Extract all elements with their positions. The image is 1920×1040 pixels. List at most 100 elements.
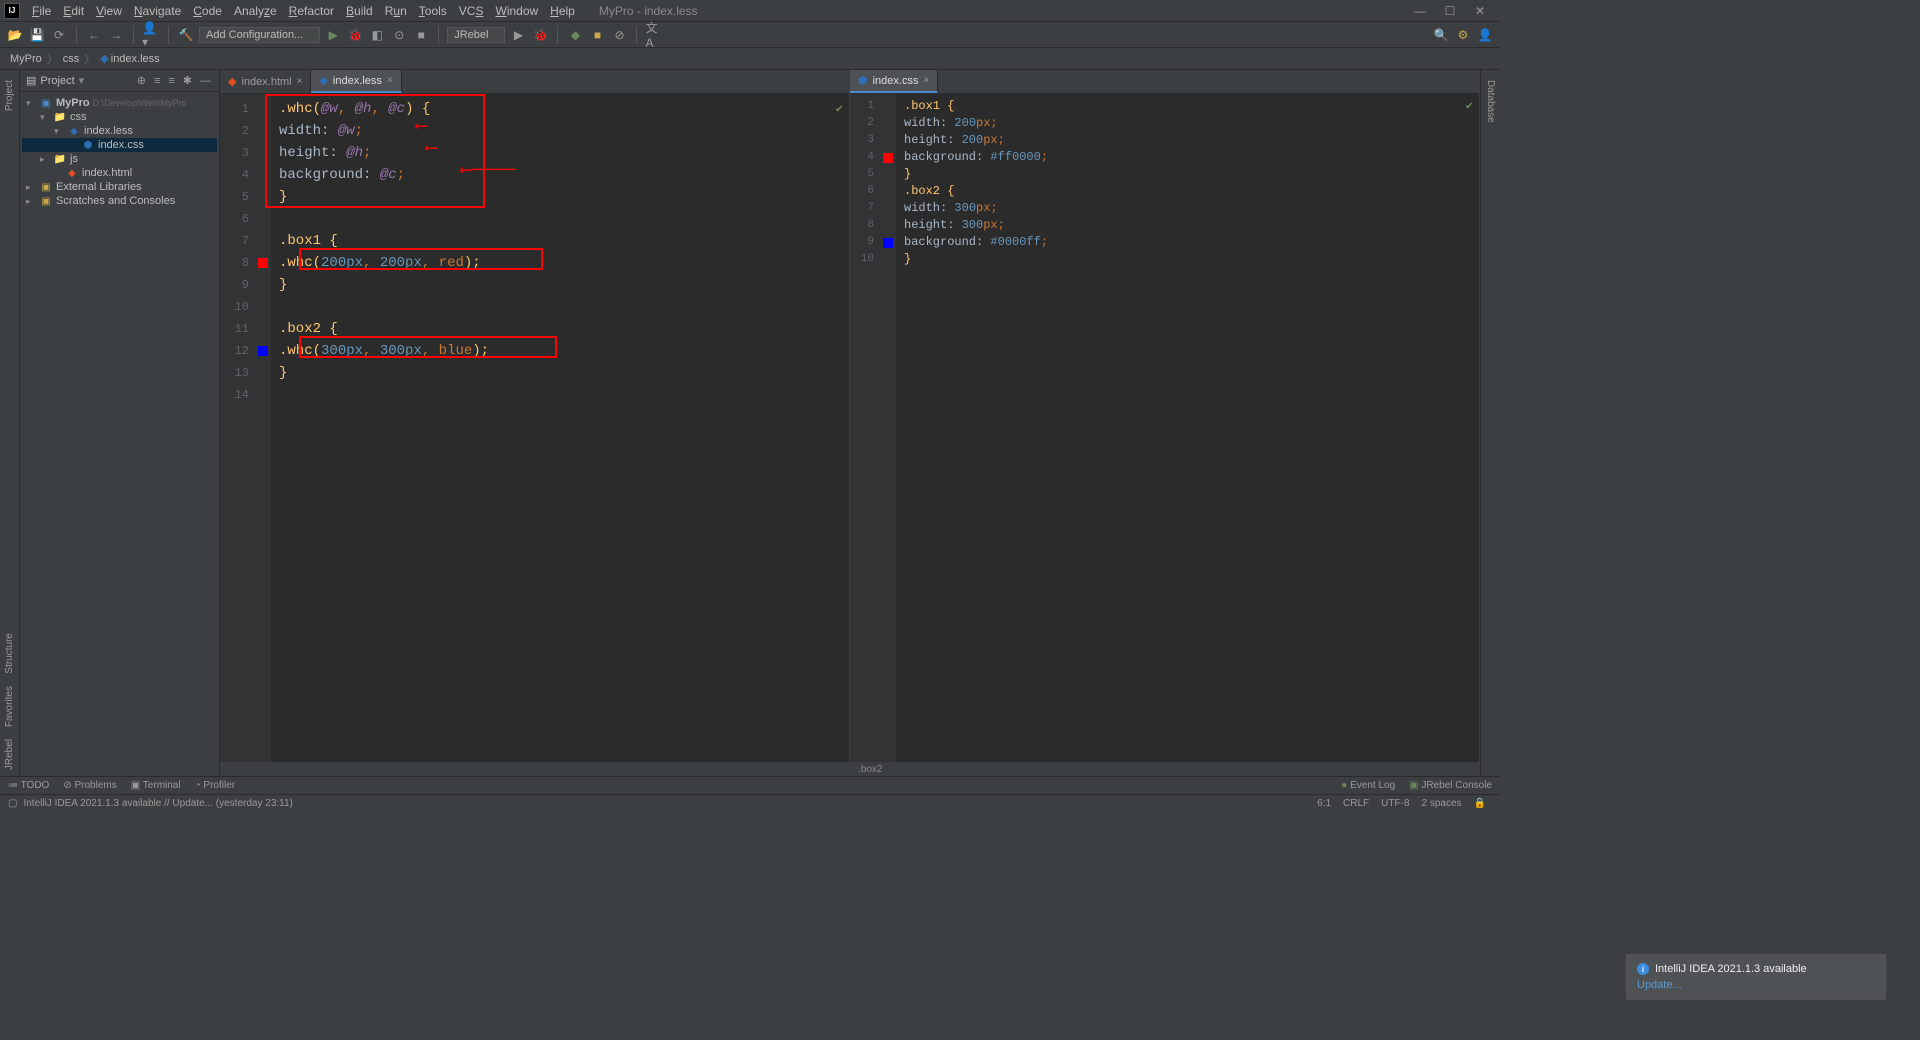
- close-icon[interactable]: ×: [297, 76, 303, 87]
- open-icon[interactable]: 📂: [6, 26, 24, 44]
- code-right[interactable]: ✔ .box1 { width: 200px; height: 200px; b…: [896, 94, 1479, 762]
- tool-tab-project[interactable]: Project: [2, 74, 17, 117]
- maximize-button[interactable]: ☐: [1440, 4, 1460, 18]
- locate-icon[interactable]: ⊕: [135, 74, 148, 87]
- build-icon[interactable]: 🔨: [177, 26, 195, 44]
- status-box-icon[interactable]: ▢: [8, 798, 17, 809]
- tree-less-file[interactable]: ▾◆index.less: [22, 124, 217, 138]
- hide-icon[interactable]: ―: [198, 75, 213, 87]
- misc-icon-2[interactable]: ■: [588, 26, 606, 44]
- refresh-icon[interactable]: ⟳: [50, 26, 68, 44]
- jrebel-run-icon[interactable]: ▶: [509, 26, 527, 44]
- update-notification[interactable]: iIntelliJ IDEA 2021.1.3 available Update…: [1626, 954, 1886, 1000]
- status-line-sep[interactable]: CRLF: [1337, 798, 1375, 809]
- run-config-combo[interactable]: Add Configuration...: [199, 27, 320, 43]
- jrebel-combo[interactable]: JRebel: [447, 27, 505, 43]
- user-icon[interactable]: 👤▾: [142, 26, 160, 44]
- menu-run[interactable]: Run: [379, 2, 413, 20]
- menu-tools[interactable]: Tools: [413, 2, 453, 20]
- tab-index-less[interactable]: ◆ index.less ×: [311, 70, 401, 93]
- collapse-icon[interactable]: ≡: [166, 75, 176, 87]
- menu-window[interactable]: Window: [489, 2, 544, 20]
- close-button[interactable]: ✕: [1470, 4, 1490, 18]
- project-panel: ▤ Project ▾ ⊕ ≡ ≡ ✱ ― ▾▣ MyPro D:\Develo…: [20, 70, 220, 776]
- avatar-icon[interactable]: 👤: [1476, 26, 1494, 44]
- bottom-tab-profiler[interactable]: ◔ Profiler: [195, 780, 236, 791]
- bottom-tab-todo[interactable]: ≔ TODO: [8, 780, 49, 791]
- tab-index-css[interactable]: ⬢ index.css ×: [850, 70, 938, 93]
- run-icon[interactable]: ▶: [324, 26, 342, 44]
- less-icon: ◆: [100, 52, 108, 65]
- tree-scratches[interactable]: ▸▣Scratches and Consoles: [22, 194, 217, 208]
- misc-icon-1[interactable]: ◆: [566, 26, 584, 44]
- expand-icon[interactable]: ≡: [152, 75, 162, 87]
- bottom-tab-jrebel-console[interactable]: ▣ JRebel Console: [1409, 780, 1492, 791]
- status-lock-icon[interactable]: 🔒: [1468, 798, 1492, 809]
- menu-refactor[interactable]: Refactor: [283, 2, 340, 20]
- status-cursor[interactable]: 6:1: [1311, 798, 1337, 809]
- minimize-button[interactable]: ―: [1410, 4, 1430, 18]
- window-title: MyPro - index.less: [581, 4, 1410, 18]
- menu-view[interactable]: View: [90, 2, 128, 20]
- menu-bar: IJ File Edit View Navigate Code Analyze …: [0, 0, 1500, 22]
- color-swatch-red: [258, 258, 268, 268]
- update-link[interactable]: Update...: [1637, 979, 1875, 991]
- tree-css-file[interactable]: ⬢index.css: [22, 138, 217, 152]
- editor-left: ◆ index.html × ◆ index.less × 1234567891…: [220, 70, 850, 776]
- nav-breadcrumbs: MyPro 〉 css 〉 ◆ index.less: [0, 48, 1500, 70]
- misc-icon-3[interactable]: ⊘: [610, 26, 628, 44]
- project-tree: ▾▣ MyPro D:\Develop\Web\MyPro ▾📁css ▾◆in…: [20, 92, 219, 212]
- tree-external[interactable]: ▸▣External Libraries: [22, 180, 217, 194]
- menu-vcs[interactable]: VCS: [453, 2, 490, 20]
- project-panel-icon: ▤: [26, 74, 36, 87]
- code-left[interactable]: ✔ .whc(@w, @h, @c) { width: @w; height: …: [271, 94, 849, 762]
- editor-right-body[interactable]: 12345678910 ✔ .box1 { width: 200px; heig…: [850, 94, 1479, 762]
- editor-left-body[interactable]: 1234567891011121314 ✔ .whc(@w, @h, @c) {…: [220, 94, 849, 762]
- jrebel-debug-icon[interactable]: 🐞: [531, 26, 549, 44]
- status-encoding[interactable]: UTF-8: [1375, 798, 1415, 809]
- editor-area: ◆ index.html × ◆ index.less × 1234567891…: [220, 70, 1480, 776]
- bottom-tab-problems[interactable]: ⊘ Problems: [63, 780, 116, 791]
- tool-tab-favorites[interactable]: Favorites: [2, 680, 17, 733]
- forward-icon[interactable]: →: [107, 26, 125, 44]
- tree-root[interactable]: ▾▣ MyPro D:\Develop\Web\MyPro: [22, 96, 217, 110]
- tool-tab-structure[interactable]: Structure: [2, 627, 17, 680]
- check-icon: ✔: [1466, 98, 1473, 115]
- settings-icon[interactable]: ⚙: [1454, 26, 1472, 44]
- settings-icon[interactable]: ✱: [181, 74, 194, 87]
- coverage-icon[interactable]: ◧: [368, 26, 386, 44]
- editor-breadcrumb: [220, 762, 849, 776]
- menu-build[interactable]: Build: [340, 2, 379, 20]
- menu-code[interactable]: Code: [187, 2, 228, 20]
- tool-tab-jrebel[interactable]: JRebel: [2, 733, 17, 776]
- breadcrumb-file[interactable]: index.less: [111, 53, 160, 65]
- tab-index-html[interactable]: ◆ index.html ×: [220, 70, 311, 93]
- close-icon[interactable]: ×: [387, 75, 393, 86]
- bottom-tab-eventlog[interactable]: ● Event Log: [1341, 780, 1395, 791]
- breadcrumb-folder[interactable]: css: [63, 53, 80, 65]
- translate-icon[interactable]: 文A: [645, 26, 663, 44]
- menu-edit[interactable]: Edit: [57, 2, 90, 20]
- tree-html-file[interactable]: ◆index.html: [22, 166, 217, 180]
- profile-icon[interactable]: ⊙: [390, 26, 408, 44]
- project-panel-title[interactable]: Project: [40, 75, 74, 87]
- bottom-tab-terminal[interactable]: ▣ Terminal: [131, 780, 181, 791]
- status-indent[interactable]: 2 spaces: [1416, 798, 1468, 809]
- debug-icon[interactable]: 🐞: [346, 26, 364, 44]
- close-icon[interactable]: ×: [923, 75, 929, 86]
- search-icon[interactable]: 🔍: [1432, 26, 1450, 44]
- back-icon[interactable]: ←: [85, 26, 103, 44]
- tree-js-folder[interactable]: ▸📁js: [22, 152, 217, 166]
- menu-analyze[interactable]: Analyze: [228, 2, 283, 20]
- tool-tab-database[interactable]: Database: [1483, 74, 1498, 129]
- menu-file[interactable]: File: [26, 2, 57, 20]
- breadcrumb-root[interactable]: MyPro: [10, 53, 42, 65]
- stop-icon[interactable]: ■: [412, 26, 430, 44]
- tree-css-folder[interactable]: ▾📁css: [22, 110, 217, 124]
- bottom-tool-bar: ≔ TODO ⊘ Problems ▣ Terminal ◔ Profiler …: [0, 776, 1500, 794]
- menu-help[interactable]: Help: [544, 2, 581, 20]
- menu-navigate[interactable]: Navigate: [128, 2, 187, 20]
- app-logo: IJ: [4, 3, 20, 19]
- project-panel-header: ▤ Project ▾ ⊕ ≡ ≡ ✱ ―: [20, 70, 219, 92]
- save-icon[interactable]: 💾: [28, 26, 46, 44]
